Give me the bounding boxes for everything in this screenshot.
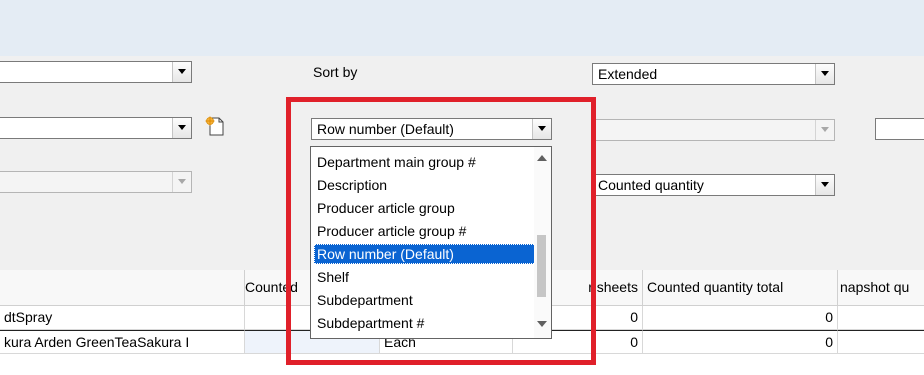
secondary-sort-dropdown-button xyxy=(815,120,834,140)
table-row-snapshot-quantity[interactable] xyxy=(838,306,924,330)
table-row-snapshot-quantity[interactable] xyxy=(838,330,924,354)
table-row-description[interactable]: dtSpray xyxy=(0,306,245,330)
extended-dropdown-button[interactable] xyxy=(815,64,834,84)
table-row-counted-quantity-total[interactable]: 0 xyxy=(643,306,838,330)
toolbar-band xyxy=(0,0,924,56)
table-row-counted-quantity-total[interactable]: 0 xyxy=(643,330,838,354)
sort-by-label: Sort by xyxy=(313,64,358,80)
counted-quantity-combo[interactable]: Counted quantity xyxy=(592,174,835,196)
secondary-sort-combo xyxy=(592,119,835,141)
left-filter-combo-3-dropdown-button xyxy=(172,172,191,192)
chevron-down-icon xyxy=(178,69,186,74)
chevron-down-icon xyxy=(178,125,186,130)
chevron-down-icon xyxy=(178,179,186,184)
chevron-down-icon xyxy=(821,71,829,76)
highlight-box xyxy=(286,97,596,365)
column-header-description[interactable] xyxy=(0,270,245,306)
chevron-down-icon xyxy=(821,127,829,132)
chevron-down-icon xyxy=(821,182,829,187)
extended-combo[interactable]: Extended xyxy=(592,63,835,85)
left-filter-combo-3 xyxy=(0,171,192,193)
left-filter-combo-1-dropdown-button[interactable] xyxy=(172,62,191,82)
left-filter-combo-1[interactable] xyxy=(0,61,192,83)
column-header-snapshot-quantity[interactable]: napshot qu xyxy=(838,270,924,306)
new-document-icon[interactable] xyxy=(204,115,226,137)
extended-combo-value: Extended xyxy=(598,66,658,82)
table-row-description[interactable]: kura Arden GreenTeaSakura I xyxy=(0,330,245,354)
left-filter-combo-2-dropdown-button[interactable] xyxy=(172,118,191,138)
counted-quantity-combo-value: Counted quantity xyxy=(598,177,704,193)
column-header-counted-quantity-total[interactable]: Counted quantity total xyxy=(643,270,838,306)
counted-quantity-dropdown-button[interactable] xyxy=(815,175,834,195)
left-filter-combo-2[interactable] xyxy=(0,117,192,139)
far-right-field[interactable] xyxy=(875,118,924,140)
